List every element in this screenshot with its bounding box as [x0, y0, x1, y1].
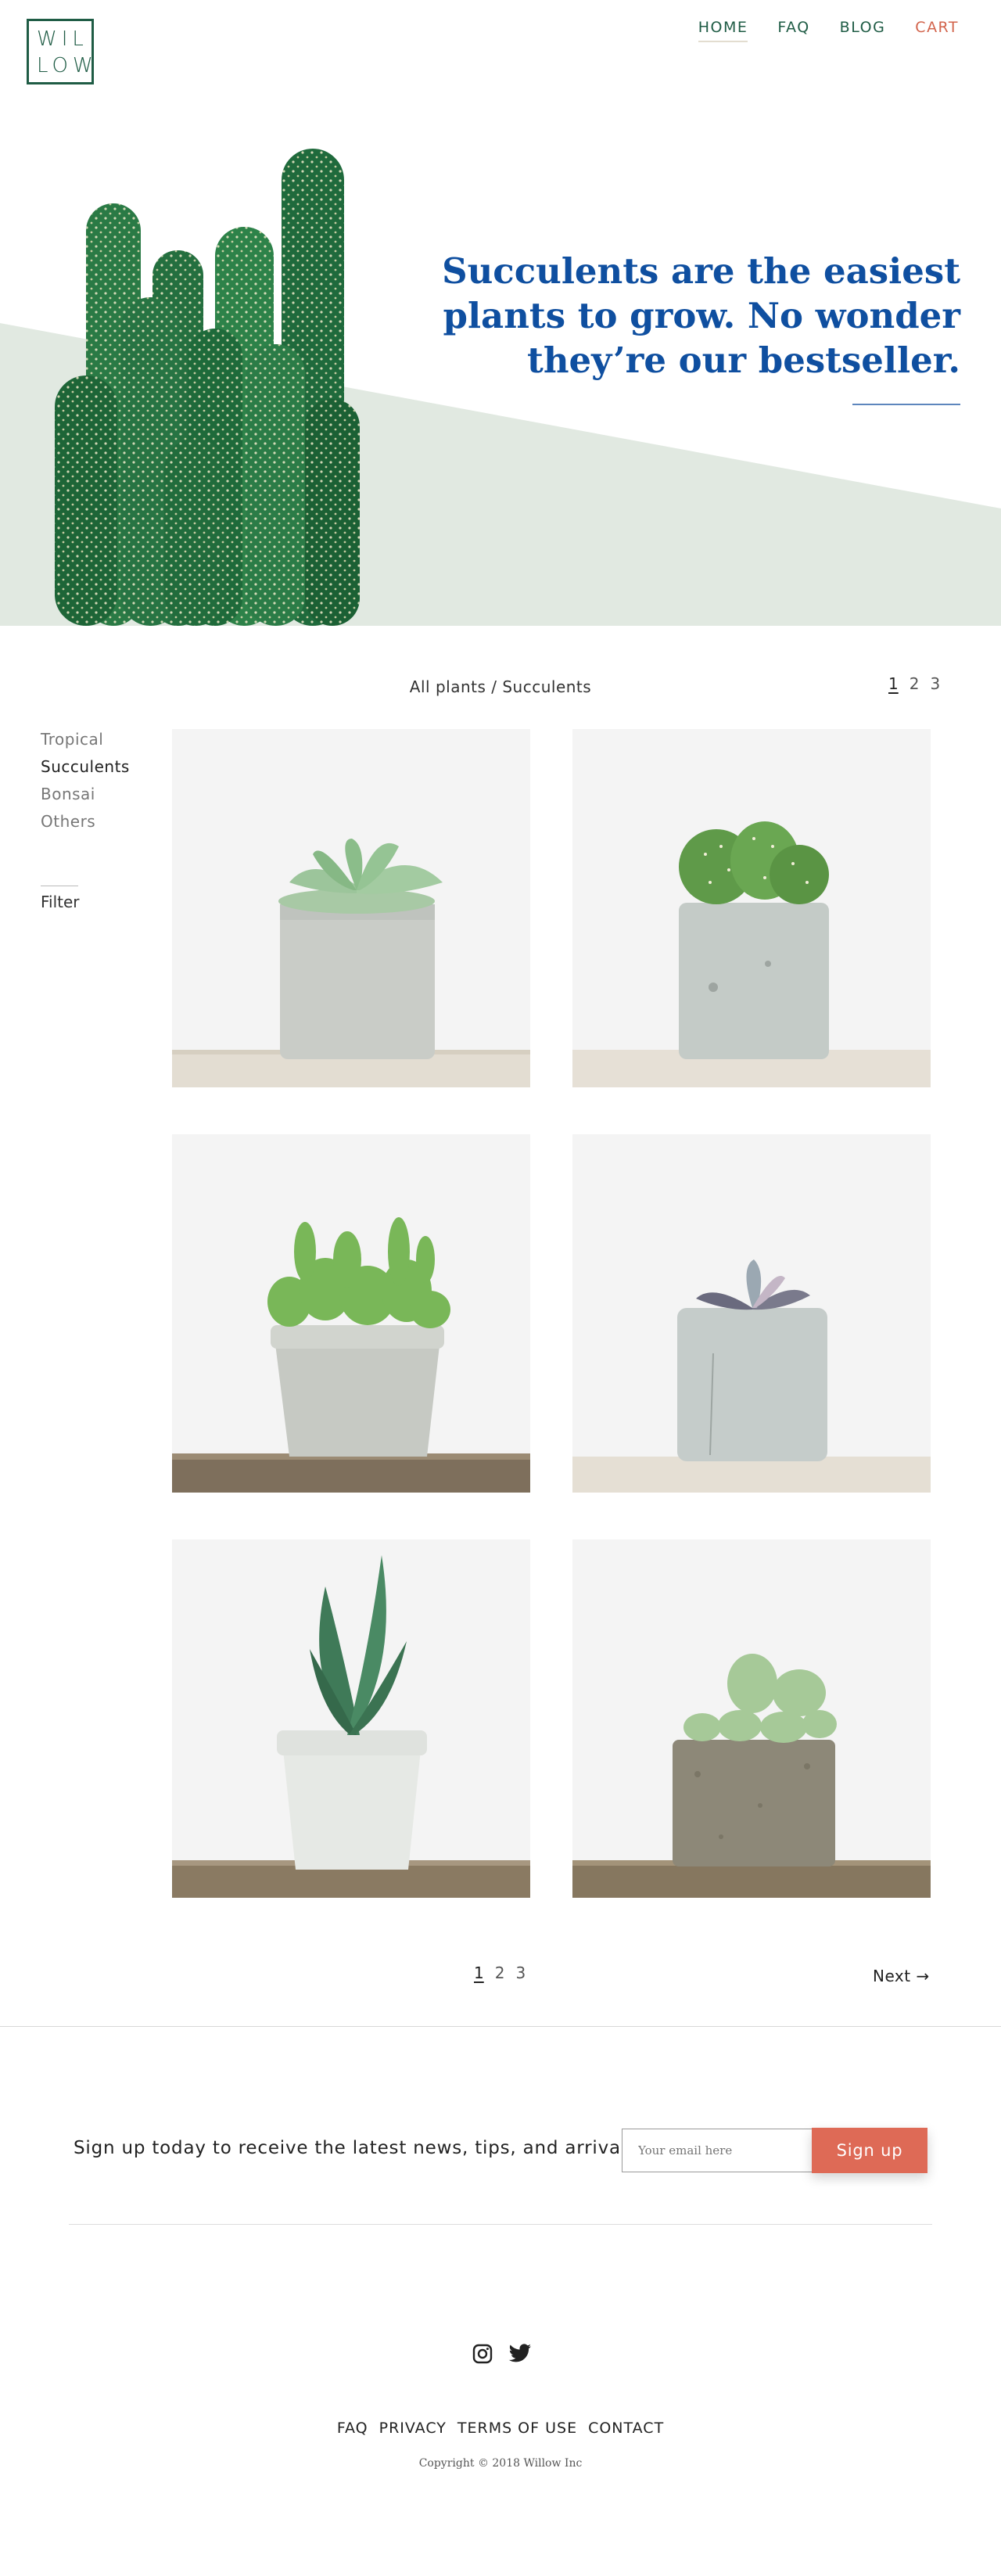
footer-contact-link[interactable]: CONTACT — [588, 2420, 664, 2437]
product-image — [572, 821, 931, 1087]
nav-home-link[interactable]: HOME — [698, 19, 748, 42]
instagram-icon[interactable] — [472, 2344, 496, 2366]
pagination-bottom: 1 2 3 — [474, 1963, 526, 1982]
newsletter-text: Sign up today to receive the latest news… — [74, 2138, 637, 2158]
page-1-link[interactable]: 1 — [888, 674, 899, 693]
filter-button[interactable]: Filter — [41, 886, 80, 911]
email-field[interactable] — [622, 2129, 813, 2172]
product-image — [172, 1555, 530, 1898]
product-image — [172, 839, 530, 1087]
category-others[interactable]: Others — [41, 808, 158, 835]
hero-headline-line-1: Succulents are the easiest — [442, 250, 960, 292]
product-card[interactable] — [572, 1539, 931, 1898]
willow-logo[interactable]: WIL LOW — [27, 19, 94, 84]
category-succulents[interactable]: Succulents — [41, 753, 158, 781]
product-image — [572, 1259, 931, 1493]
footer-nav: FAQ PRIVACY TERMS OF USE CONTACT — [0, 2420, 1001, 2437]
pagination-top: 1 2 3 — [888, 674, 940, 693]
product-card[interactable] — [572, 729, 931, 1087]
footer-faq-link[interactable]: FAQ — [337, 2420, 368, 2437]
copyright-text: Copyright © 2018 Willow Inc — [418, 2457, 583, 2470]
product-card[interactable] — [172, 1134, 530, 1493]
nav-cart-link[interactable]: CART — [915, 19, 959, 42]
breadcrumb: All plants / Succulents — [409, 677, 592, 696]
main-nav: HOME FAQ BLOG CART — [698, 19, 959, 42]
product-card[interactable] — [172, 729, 530, 1087]
category-tropical[interactable]: Tropical — [41, 726, 158, 753]
footer-privacy-link[interactable]: PRIVACY — [379, 2420, 447, 2437]
nav-faq-link[interactable]: FAQ — [777, 19, 809, 42]
page-2-link[interactable]: 2 — [495, 1963, 505, 1982]
category-sidebar: Tropical Succulents Bonsai Others — [41, 726, 158, 835]
footer-divider — [69, 2224, 932, 2225]
product-card[interactable] — [172, 1539, 530, 1898]
product-card[interactable] — [572, 1134, 931, 1493]
product-image — [572, 1654, 931, 1898]
hero-headline: Succulents are the easiest plants to gro… — [397, 249, 960, 383]
next-page-link[interactable]: Next → — [873, 1967, 930, 1985]
page-3-link[interactable]: 3 — [930, 674, 940, 693]
hero-headline-line-2: plants to grow. No wonder — [443, 295, 960, 336]
hero-section: WIL LOW HOME FAQ BLOG CART Succulents ar… — [0, 0, 1001, 626]
logo-line-1: WIL — [37, 27, 88, 51]
twitter-icon[interactable] — [508, 2344, 532, 2366]
footer-terms-link[interactable]: TERMS OF USE — [457, 2420, 577, 2437]
logo-line-2: LOW — [37, 54, 98, 77]
signup-button[interactable]: Sign up — [812, 2128, 927, 2173]
section-divider — [0, 2026, 1001, 2027]
social-links — [472, 2344, 532, 2366]
nav-blog-link[interactable]: BLOG — [840, 19, 886, 42]
page-3-link[interactable]: 3 — [515, 1963, 526, 1982]
page-2-link[interactable]: 2 — [910, 674, 920, 693]
cactus-hero-image — [55, 149, 360, 626]
category-bonsai[interactable]: Bonsai — [41, 781, 158, 808]
product-image — [172, 1217, 530, 1493]
hero-underline — [852, 404, 960, 405]
hero-headline-line-3: they’re our bestseller. — [527, 340, 960, 381]
page-1-link[interactable]: 1 — [474, 1963, 484, 1982]
